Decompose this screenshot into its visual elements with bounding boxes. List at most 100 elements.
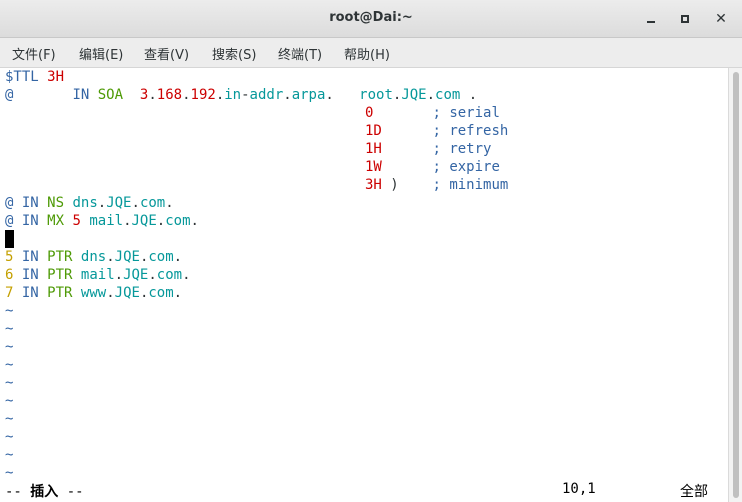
token: 1W xyxy=(365,159,382,175)
token: IN xyxy=(72,87,90,103)
token: com xyxy=(435,87,461,103)
token: 6 xyxy=(5,267,14,283)
token: com xyxy=(148,249,174,265)
token: . xyxy=(106,285,115,301)
token: ; xyxy=(432,123,441,139)
token: - xyxy=(241,87,250,103)
token: 1D xyxy=(365,123,382,139)
token: . xyxy=(426,87,436,103)
window-title: root@Dai:~ xyxy=(329,10,413,25)
token: ) xyxy=(390,177,399,193)
menu-search[interactable]: 搜索(S) xyxy=(212,44,256,63)
token: IN xyxy=(21,267,39,283)
token: . xyxy=(182,87,191,103)
editor-line: 1W ; expire xyxy=(365,158,500,176)
token: root xyxy=(359,87,393,103)
token: retry xyxy=(449,141,492,157)
editor-line: @ IN SOA 3.168.192.in-addr.arpa. root.JQ… xyxy=(5,86,477,104)
token: 3H xyxy=(365,177,382,193)
editor-line: 1H ; retry xyxy=(365,140,491,158)
token: dns xyxy=(72,195,98,211)
empty-line-marker: ~ xyxy=(5,447,14,463)
token: 192 xyxy=(190,87,216,103)
token: IN xyxy=(21,213,39,229)
token: arpa xyxy=(291,87,326,103)
token: @ xyxy=(5,195,14,211)
token: com xyxy=(139,195,166,211)
maximize-icon xyxy=(681,15,689,23)
terminal-editor[interactable]: $TTL 3H @ IN SOA 3.168.192.in-addr.arpa.… xyxy=(0,68,728,502)
editor-line: @ IN NS dns.JQE.com. xyxy=(5,194,174,212)
token: . xyxy=(148,267,157,283)
token: IN xyxy=(21,249,39,265)
token: SOA xyxy=(97,87,124,103)
token: ; xyxy=(432,177,441,193)
close-button[interactable]: ✕ xyxy=(710,8,732,30)
token: $TTL xyxy=(5,69,39,85)
token: 3H xyxy=(47,69,65,85)
vertical-scrollbar[interactable] xyxy=(728,68,742,502)
token: 7 xyxy=(5,285,14,301)
editor-line: 5 IN PTR dns.JQE.com. xyxy=(5,248,182,266)
token: refresh xyxy=(449,123,509,139)
token: . xyxy=(106,249,115,265)
token: NS xyxy=(47,195,65,211)
empty-line-marker: ~ xyxy=(5,375,14,391)
minimize-button[interactable] xyxy=(640,8,662,30)
token: mail xyxy=(80,267,115,283)
token: JQE xyxy=(106,195,132,211)
empty-line-marker: ~ xyxy=(5,393,14,409)
editor-line: @ IN MX 5 mail.JQE.com. xyxy=(5,212,199,230)
token: . xyxy=(131,195,140,211)
token: . xyxy=(156,213,166,229)
token: . xyxy=(215,87,225,103)
token: 5 xyxy=(72,213,81,229)
token: . xyxy=(325,87,334,103)
editor-line: 1D ; refresh xyxy=(365,122,508,140)
scrollbar-thumb[interactable] xyxy=(733,72,739,498)
menu-help[interactable]: 帮助(H) xyxy=(344,44,390,63)
mode-indicator: -- 插入 -- xyxy=(5,484,84,500)
maximize-button[interactable] xyxy=(674,8,696,30)
menu-file[interactable]: 文件(F) xyxy=(12,44,56,63)
editor-line: 0 ; serial xyxy=(365,104,500,122)
close-icon: ✕ xyxy=(715,11,727,27)
token: com xyxy=(165,213,191,229)
token: com xyxy=(156,267,183,283)
token: IN xyxy=(21,285,39,301)
token: ; xyxy=(432,159,441,175)
token: serial xyxy=(449,105,500,121)
editor-line: 7 IN PTR www.JQE.com. xyxy=(5,284,182,302)
token: JQE xyxy=(114,249,140,265)
token: JQE xyxy=(123,267,149,283)
menu-terminal[interactable]: 终端(T) xyxy=(278,44,322,63)
token: . xyxy=(148,87,157,103)
token: JQE xyxy=(401,87,427,103)
empty-line-marker: ~ xyxy=(5,303,14,319)
token: . xyxy=(97,195,107,211)
cursor-position: 10,1 xyxy=(562,481,596,497)
empty-line-marker: ~ xyxy=(5,357,14,373)
token: . xyxy=(190,213,199,229)
empty-line-marker: ~ xyxy=(5,429,14,445)
token: PTR xyxy=(47,285,73,301)
token: @ xyxy=(5,213,14,229)
token: dns xyxy=(80,249,107,265)
editor-line: 6 IN PTR mail.JQE.com. xyxy=(5,266,191,284)
editor-line: 3H ) ; minimum xyxy=(365,176,508,194)
window-titlebar: root@Dai:~ ✕ xyxy=(0,0,742,38)
token: . xyxy=(173,249,183,265)
token: . xyxy=(283,87,292,103)
vim-status-line: -- 插入 -- 10,1 全部 xyxy=(0,478,728,502)
token: JQE xyxy=(131,213,157,229)
menu-view[interactable]: 查看(V) xyxy=(144,44,189,63)
text-cursor xyxy=(5,230,14,248)
token: @ xyxy=(5,87,14,103)
token: . xyxy=(468,87,478,103)
token: . xyxy=(173,285,183,301)
token: PTR xyxy=(47,267,73,283)
token: PTR xyxy=(47,249,73,265)
empty-line-marker: ~ xyxy=(5,321,14,337)
token: mail xyxy=(89,213,124,229)
menu-edit[interactable]: 编辑(E) xyxy=(79,44,123,63)
